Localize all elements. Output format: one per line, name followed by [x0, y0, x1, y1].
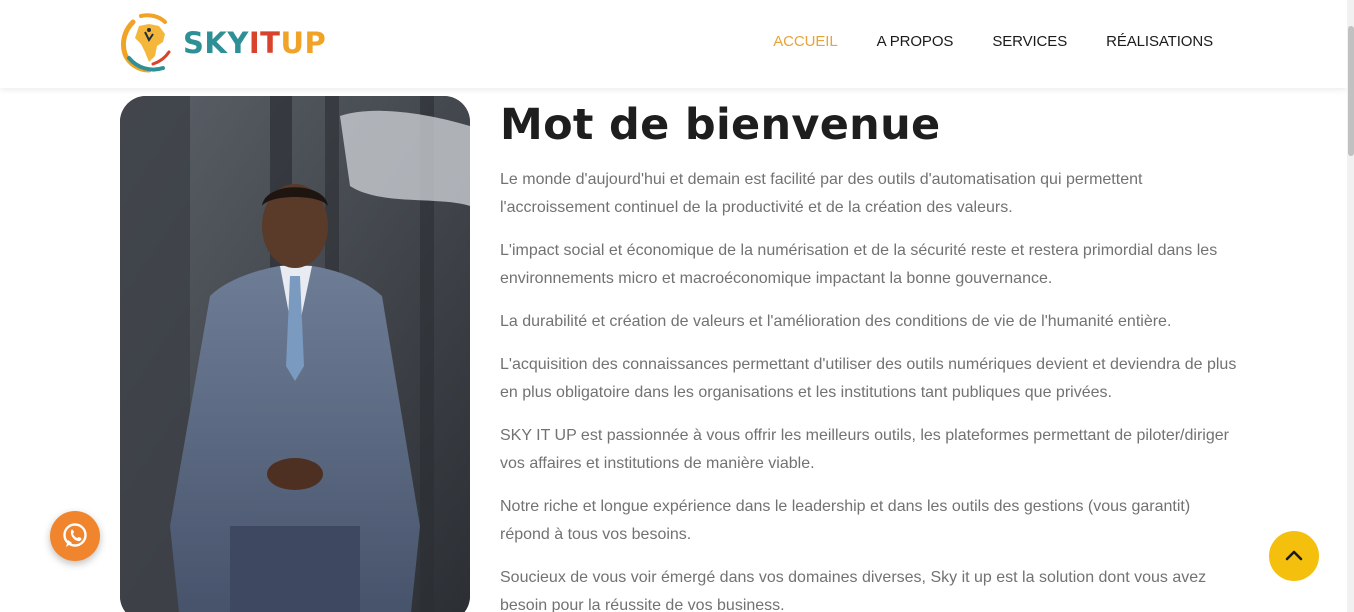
portrait-illustration	[120, 96, 470, 612]
paragraph: SKY IT UP est passionnée à vous offrir l…	[500, 427, 1229, 472]
portrait-photo	[120, 96, 470, 612]
paragraph: Notre riche et longue expérience dans le…	[500, 498, 1191, 543]
africa-logo-icon	[120, 13, 171, 73]
page: SKYITUP ACCUEIL A PROPOS SERVICES RÉALIS…	[0, 0, 1354, 612]
paragraph: L'acquisition des connaissances permetta…	[500, 356, 1237, 401]
paragraph: La durabilité et création de valeurs et …	[500, 313, 1172, 330]
scroll-to-top-button[interactable]	[1269, 531, 1319, 581]
nav-item-a-propos[interactable]: A PROPOS	[877, 33, 954, 50]
scrollbar-thumb[interactable]	[1348, 26, 1354, 156]
paragraph: L'impact social et économique de la numé…	[500, 242, 1218, 287]
nav-item-accueil[interactable]: ACCUEIL	[773, 33, 837, 50]
nav-item-services[interactable]: SERVICES	[992, 33, 1067, 50]
logo-wordmark: SKYITUP	[183, 26, 326, 60]
main-nav: ACCUEIL A PROPOS SERVICES RÉALISATIONS	[734, 33, 1213, 50]
whatsapp-icon	[63, 523, 87, 547]
logo-text-sky: SKY	[183, 26, 249, 60]
nav-item-realisations[interactable]: RÉALISATIONS	[1106, 33, 1213, 50]
whatsapp-button[interactable]	[50, 511, 100, 561]
logo-text-up: UP	[280, 26, 327, 60]
paragraph: Le monde d'aujourd'hui et demain est fac…	[500, 171, 1143, 216]
chevron-up-icon	[1285, 550, 1303, 561]
paragraph: Soucieux de vous voir émergé dans vos do…	[500, 569, 1207, 612]
welcome-section: Mot de bienvenue Le monde d'aujourd'hui …	[500, 98, 1240, 612]
logo-text-it: IT	[248, 26, 281, 60]
page-title: Mot de bienvenue	[500, 100, 941, 150]
site-logo[interactable]: SKYITUP	[119, 12, 326, 74]
page-scrollbar[interactable]	[1347, 0, 1354, 612]
site-header: SKYITUP ACCUEIL A PROPOS SERVICES RÉALIS…	[0, 0, 1347, 88]
